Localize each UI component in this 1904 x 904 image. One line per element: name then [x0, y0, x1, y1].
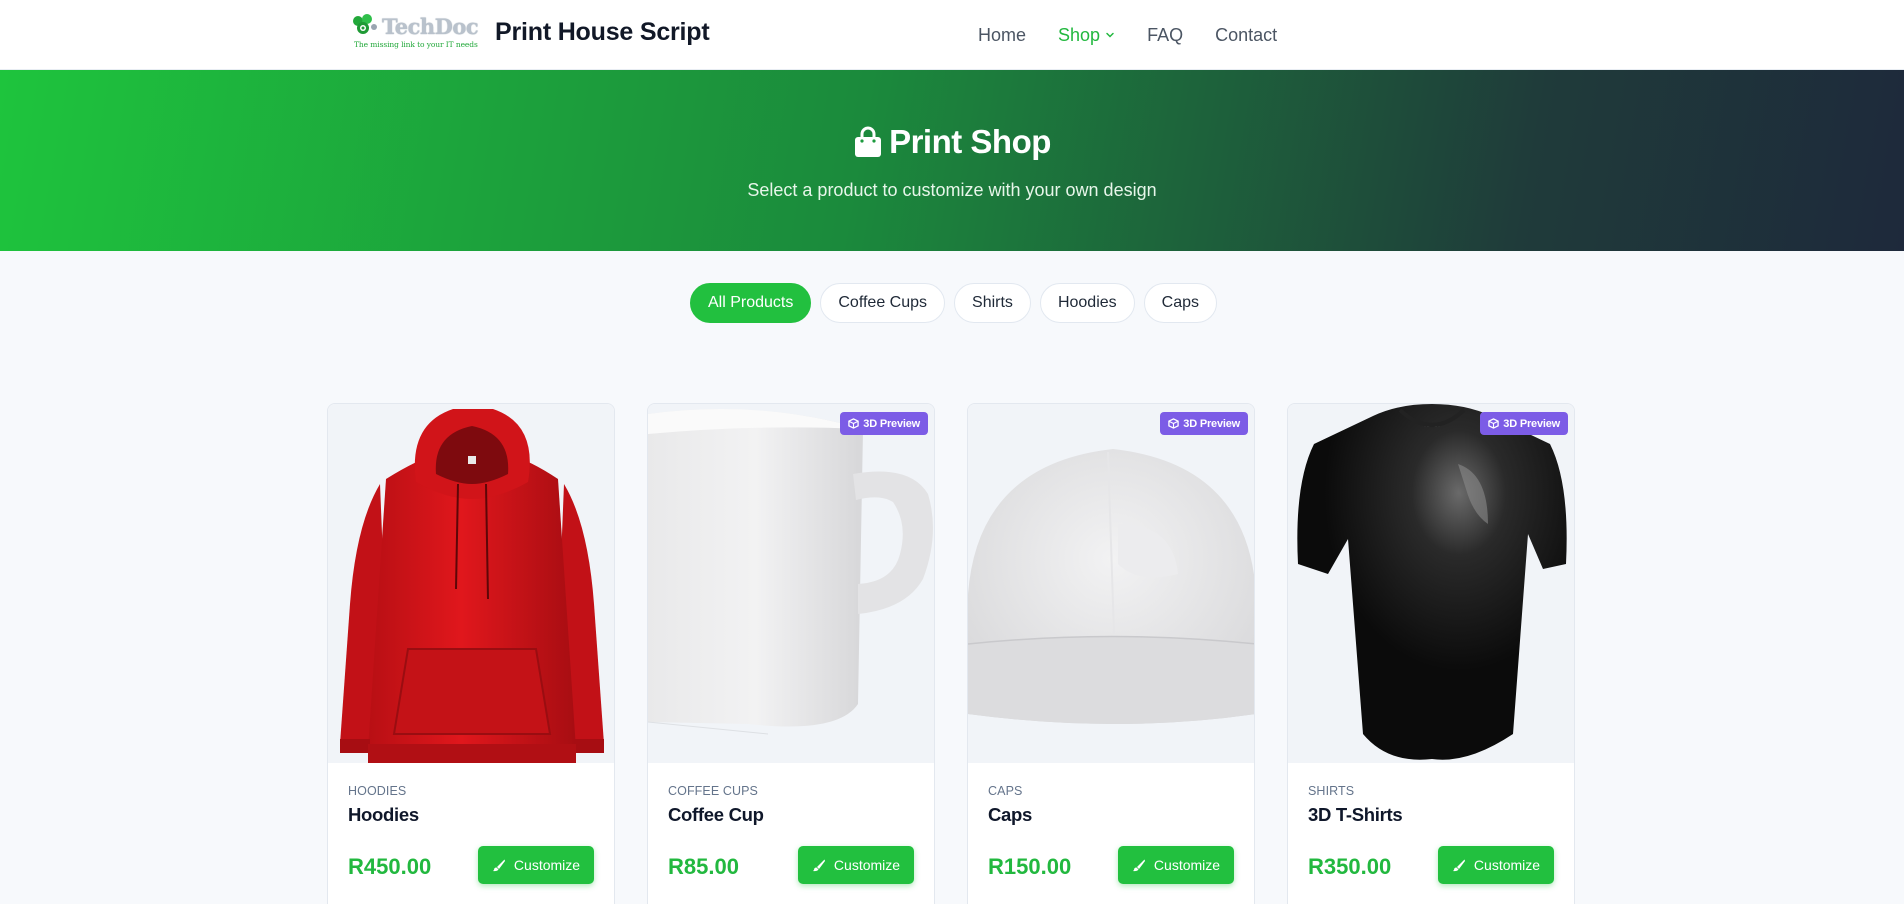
- filter-coffee-cups[interactable]: Coffee Cups: [820, 283, 946, 323]
- brush-icon: [492, 859, 505, 872]
- nav-item-label: Home: [978, 24, 1027, 45]
- product-price: R85.00: [668, 854, 739, 879]
- product-category: HOODIES: [348, 784, 407, 798]
- nav-item-label: Shop: [1058, 24, 1101, 45]
- product-card-coffee-cup[interactable]: 3D Preview COFFEE CUPS Coffee Cup R85.00…: [647, 403, 935, 904]
- red-hoodie-image: [340, 409, 604, 763]
- product-price: R350.00: [1308, 854, 1392, 879]
- product-category: COFFEE CUPS: [668, 784, 758, 798]
- customize-button[interactable]: Customize: [1438, 846, 1554, 884]
- nav-item-contact[interactable]: Contact: [1215, 25, 1277, 46]
- nav-item-label: FAQ: [1147, 24, 1184, 45]
- white-mug-image: [648, 404, 934, 763]
- nav-item-label: Contact: [1215, 24, 1278, 45]
- hero-subtitle: Select a product to customize with your …: [747, 180, 1157, 200]
- shopping-bag-icon: [855, 126, 882, 157]
- 3d-preview-badge: 3D Preview: [1480, 412, 1568, 435]
- product-image-hoodie[interactable]: [328, 404, 614, 763]
- product-card-hoodies[interactable]: HOODIES Hoodies R450.00 Customize: [327, 403, 615, 904]
- chevron-down-icon: [1106, 32, 1114, 38]
- cube-icon: [848, 418, 860, 429]
- hero-title-text: Print Shop: [889, 123, 1051, 160]
- nav-item-home[interactable]: Home: [978, 25, 1026, 46]
- customize-button-label: Customize: [1473, 857, 1541, 873]
- product-category: CAPS: [988, 784, 1023, 798]
- customize-button-label: Customize: [833, 857, 901, 873]
- brand-title[interactable]: Print House Script: [495, 18, 710, 47]
- site-header: TechDoc The missing link to your IT need…: [0, 0, 1904, 70]
- product-name[interactable]: Coffee Cup: [668, 804, 764, 826]
- product-image-caps[interactable]: 3D Preview: [968, 404, 1254, 763]
- badge-label: 3D Preview: [1503, 417, 1560, 430]
- nav-item-shop[interactable]: Shop: [1058, 25, 1115, 46]
- white-cap-image: [968, 404, 1254, 763]
- customize-button[interactable]: Customize: [1118, 846, 1234, 884]
- product-price: R150.00: [988, 854, 1072, 879]
- product-image-coffee-cup[interactable]: 3D Preview: [648, 404, 934, 763]
- page-title: Print Shop: [0, 123, 1904, 161]
- 3d-preview-badge: 3D Preview: [840, 412, 928, 435]
- techdoc-logo[interactable]: TechDoc The missing link to your IT need…: [350, 13, 479, 53]
- badge-label: 3D Preview: [1183, 417, 1240, 430]
- nav-item-faq[interactable]: FAQ: [1147, 25, 1183, 46]
- hero-banner: Print Shop Select a product to customize…: [0, 70, 1904, 251]
- cube-icon: [1168, 418, 1180, 429]
- product-card-caps[interactable]: 3D Preview CAPS Caps R150.00 Customize: [967, 403, 1255, 904]
- brush-icon: [812, 859, 825, 872]
- product-image-t-shirt[interactable]: 3D Preview: [1288, 404, 1574, 763]
- customize-button[interactable]: Customize: [478, 846, 594, 884]
- customize-button-label: Customize: [513, 857, 581, 873]
- cube-icon: [1488, 418, 1500, 429]
- black-tshirt-image: [1288, 404, 1574, 763]
- product-category: SHIRTS: [1308, 784, 1355, 798]
- logo-word: TechDoc: [382, 14, 479, 39]
- product-name[interactable]: Caps: [988, 804, 1032, 826]
- filter-hoodies[interactable]: Hoodies: [1039, 283, 1135, 323]
- brush-icon: [1132, 859, 1145, 872]
- logo-tagline: The missing link to your IT needs: [354, 40, 478, 49]
- category-filters: All Products Coffee Cups Shirts Hoodies …: [0, 283, 1904, 323]
- product-name[interactable]: Hoodies: [348, 804, 419, 826]
- customize-button-label: Customize: [1153, 857, 1221, 873]
- badge-label: 3D Preview: [863, 417, 920, 430]
- brush-icon: [1452, 859, 1465, 872]
- product-price: R450.00: [348, 854, 432, 879]
- customize-button[interactable]: Customize: [798, 846, 914, 884]
- product-card-3d-t-shirts[interactable]: 3D Preview SHIRTS 3D T-Shirts R350.00 Cu…: [1287, 403, 1575, 904]
- filter-shirts[interactable]: Shirts: [954, 283, 1031, 323]
- product-name[interactable]: 3D T-Shirts: [1308, 804, 1403, 826]
- filter-caps[interactable]: Caps: [1143, 283, 1217, 323]
- 3d-preview-badge: 3D Preview: [1160, 412, 1248, 435]
- filter-all-products[interactable]: All Products: [690, 283, 812, 323]
- main-nav: Home Shop FAQ Contact: [978, 22, 1309, 48]
